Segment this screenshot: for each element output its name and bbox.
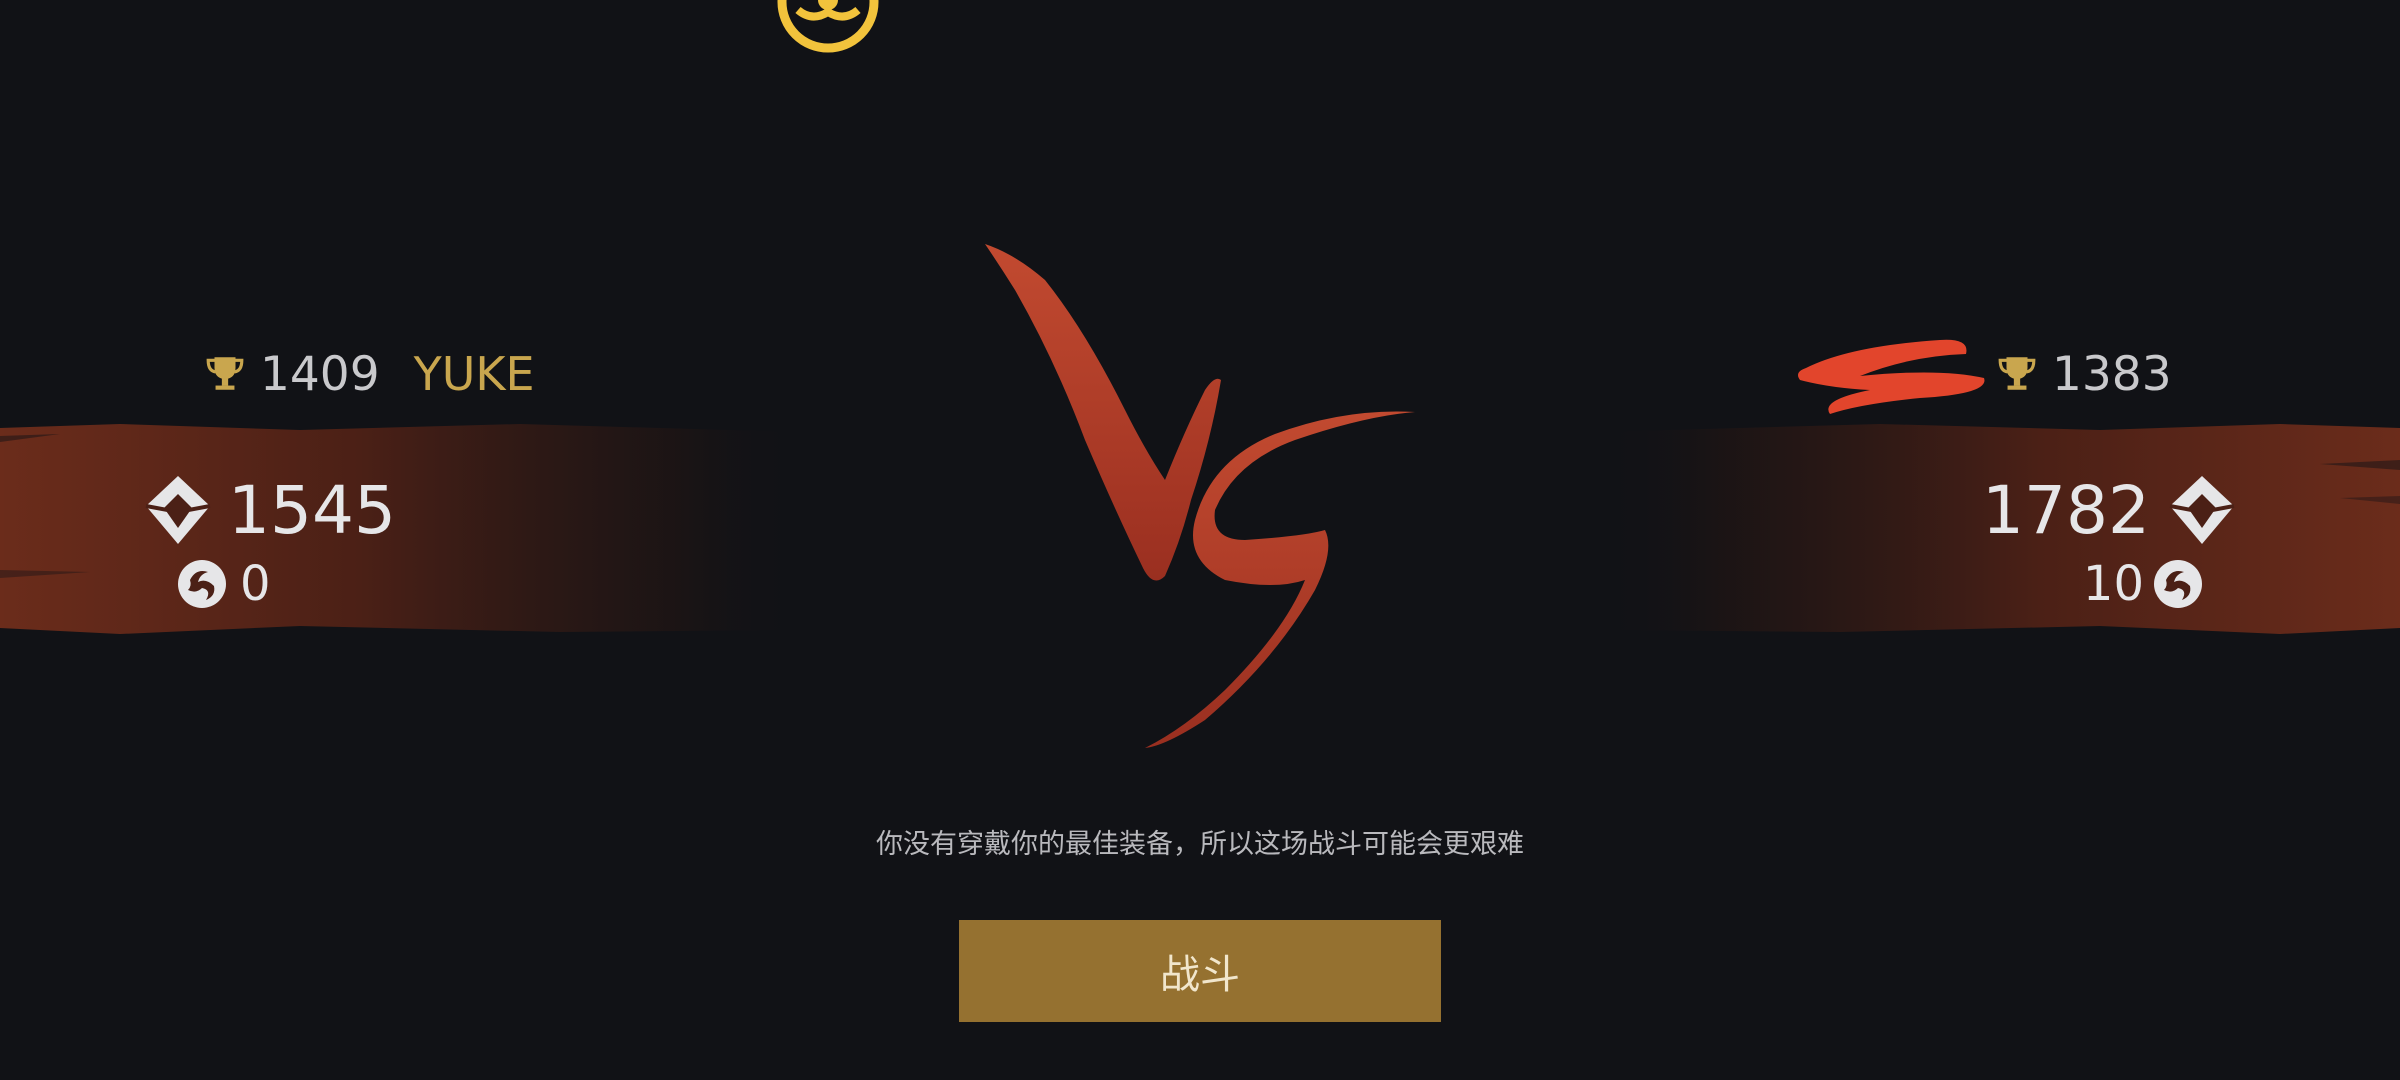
player-name: YUKE xyxy=(413,347,535,401)
swirl-icon xyxy=(178,560,226,608)
gold-emblem-icon xyxy=(777,0,879,53)
diamond-rank-icon xyxy=(2169,476,2235,544)
opponent-trophy-row: 1383 xyxy=(1996,344,2172,404)
opponent-streak: 10 xyxy=(2083,556,2204,612)
opponent-rating: 1782 xyxy=(1982,470,2240,550)
vs-brush-mark xyxy=(985,244,1415,748)
player-trophy-row: 1409 YUKE xyxy=(204,344,535,404)
trophy-icon xyxy=(1998,357,2036,390)
match-screen: 1409 YUKE 1383 1545 0 1782 10 你没有穿戴你的最佳装… xyxy=(0,0,2400,1080)
swirl-icon xyxy=(2154,560,2202,608)
opponent-name-redacted xyxy=(1798,339,1985,414)
player-streak: 0 xyxy=(176,556,271,612)
fight-button[interactable]: 战斗 xyxy=(959,920,1441,1022)
player-rating-value: 1545 xyxy=(228,471,396,549)
player-banner xyxy=(0,420,800,640)
player-streak-value: 0 xyxy=(240,556,271,612)
opponent-trophy-count: 1383 xyxy=(2052,346,2172,402)
gear-warning-text: 你没有穿戴你的最佳装备，所以这场战斗可能会更艰难 xyxy=(876,829,1524,860)
opponent-streak-value: 10 xyxy=(2082,556,2144,612)
player-trophy-count: 1409 xyxy=(260,346,380,402)
trophy-icon xyxy=(206,357,244,390)
opponent-rating-value: 1782 xyxy=(1982,471,2150,549)
player-rating: 1545 xyxy=(140,470,396,550)
diamond-rank-icon xyxy=(145,476,211,544)
